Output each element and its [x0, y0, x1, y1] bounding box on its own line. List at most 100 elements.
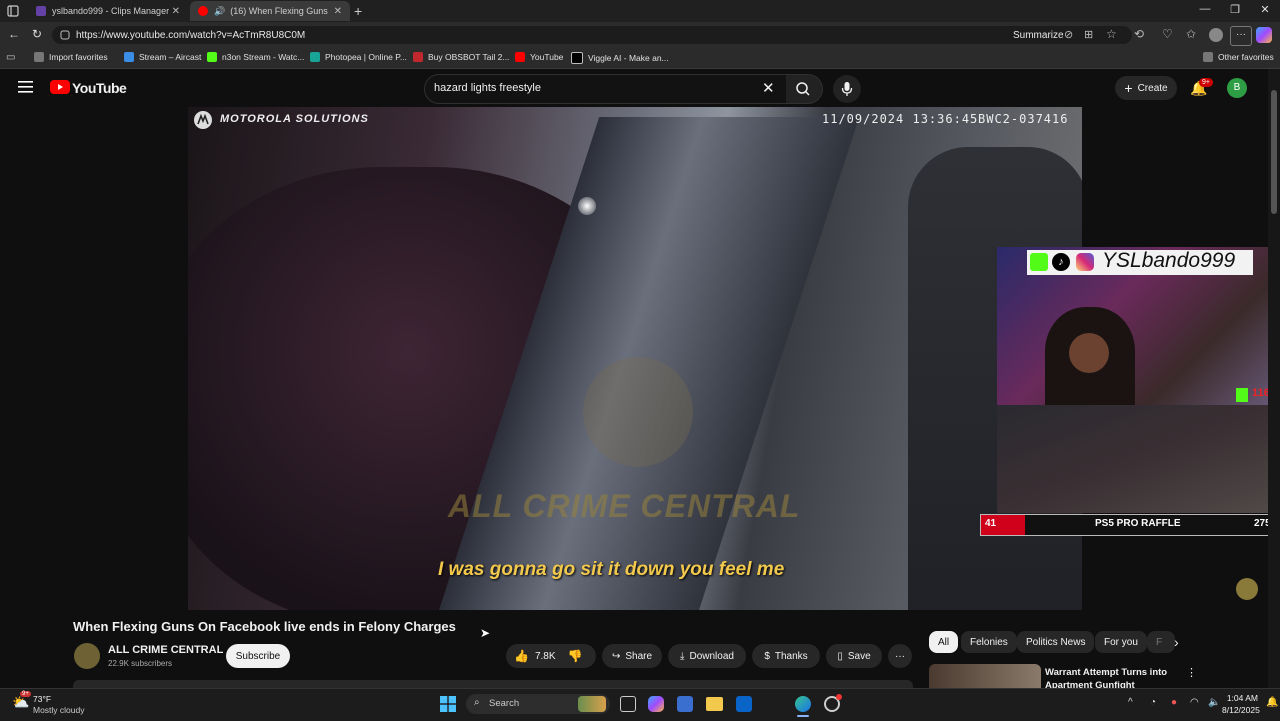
voice-search-button[interactable]	[833, 75, 861, 103]
channel-name[interactable]: ALL CRIME CENTRAL	[108, 644, 223, 656]
search-icon	[796, 82, 810, 96]
video-overlay-timestamp: 11/09/2024 13:36:45	[822, 112, 979, 126]
search-button[interactable]	[786, 74, 823, 104]
notification-center-icon[interactable]: 🔔	[1266, 697, 1278, 708]
copilot-icon[interactable]: ⊘	[1064, 28, 1073, 41]
recommended-title[interactable]: Warrant Attempt Turns into Apartment Gun…	[1045, 666, 1173, 688]
microsoft-store-icon[interactable]	[677, 696, 693, 712]
bookmark-import-favorites[interactable]: Import favorites	[34, 52, 108, 62]
tab-clips-manager[interactable]: yslbando999 - Clips Manager - Tw ✕	[28, 1, 188, 21]
channel-avatar[interactable]	[74, 643, 100, 669]
share-button[interactable]: ↪ Share	[602, 644, 662, 668]
close-tab-icon[interactable]: ✕	[334, 6, 342, 17]
chip-felonies[interactable]: Felonies	[961, 631, 1017, 653]
obsbot-icon	[413, 52, 423, 62]
recommended-thumbnail[interactable]	[929, 664, 1041, 688]
kick-viewer-icon	[1236, 388, 1248, 402]
chevron-right-icon[interactable]: ›	[1174, 634, 1179, 650]
reading-list-icon[interactable]: ▭	[6, 52, 15, 63]
site-info-icon[interactable]	[60, 30, 70, 40]
description-box[interactable]	[73, 680, 913, 688]
scrollbar-thumb[interactable]	[1271, 90, 1277, 214]
file-explorer-icon[interactable]	[706, 697, 723, 711]
profile-icon[interactable]	[1209, 28, 1223, 42]
windows-start-icon[interactable]	[440, 696, 456, 712]
more-menu-icon[interactable]: ···	[1230, 26, 1252, 46]
edge-icon[interactable]	[795, 696, 811, 712]
new-tab-icon[interactable]: +	[354, 3, 362, 19]
video-title: When Flexing Guns On Facebook live ends …	[73, 619, 456, 634]
aircast-icon	[124, 52, 134, 62]
instagram-icon	[1076, 253, 1094, 271]
like-count[interactable]: 7.8K	[535, 651, 556, 662]
close-tab-icon[interactable]: ✕	[172, 6, 180, 17]
bookmark-label: Other favorites	[1218, 52, 1274, 62]
browser-essentials-icon[interactable]: ♡	[1162, 27, 1173, 41]
kick-icon	[207, 52, 217, 62]
bookmark-label: Viggle AI - Make an...	[588, 53, 669, 63]
volume-icon[interactable]: 🔈	[1208, 697, 1220, 708]
more-horizontal-icon: ···	[895, 650, 905, 662]
youtube-favicon-icon	[198, 6, 208, 16]
tab-youtube-video[interactable]: 🔊 (16) When Flexing Guns On Facebook ✕	[190, 1, 350, 21]
save-button[interactable]: ▯ Save	[826, 644, 882, 668]
folder-icon	[1203, 52, 1213, 62]
chip-for-you[interactable]: For you	[1095, 631, 1147, 653]
microphone-tray-icon[interactable]: ●	[1171, 697, 1177, 708]
bookmark-viggle[interactable]: Viggle AI - Make an...	[571, 52, 669, 64]
copilot-sidebar-icon[interactable]	[1256, 27, 1272, 43]
restore-icon[interactable]: ❐	[1220, 3, 1250, 16]
account-avatar[interactable]: B	[1227, 78, 1247, 98]
outlook-icon[interactable]	[736, 696, 752, 712]
notifications-badge: 9+	[1199, 78, 1213, 87]
bookmark-n3on-stream[interactable]: n3on Stream - Watc...	[207, 52, 304, 62]
bookmark-label: Photopea | Online P...	[325, 52, 407, 62]
thumbs-down-icon[interactable]: 👎	[568, 649, 583, 663]
copilot-app-icon[interactable]	[648, 696, 664, 712]
streamer-face	[1069, 333, 1109, 373]
more-actions-button[interactable]: ···	[888, 644, 912, 668]
hamburger-menu-icon[interactable]	[18, 80, 34, 94]
summarize-button[interactable]: Summarize	[1013, 30, 1064, 41]
refresh-icon[interactable]: ↻	[29, 27, 45, 41]
channel-mini-logo-icon	[1236, 578, 1258, 600]
clear-search-icon[interactable]: ✕	[762, 79, 775, 97]
bookmark-stream-aircast[interactable]: Stream – Aircast	[124, 52, 201, 62]
favorite-star-icon[interactable]: ☆	[1106, 27, 1117, 41]
minimize-icon[interactable]: —	[1190, 3, 1220, 15]
thanks-button[interactable]: $ Thanks	[752, 644, 820, 668]
super-thanks-icon: $	[764, 650, 770, 662]
video-player[interactable]	[188, 107, 1082, 610]
extensions-icon[interactable]: ⟲	[1134, 27, 1144, 41]
youtube-logo-icon[interactable]	[50, 80, 70, 94]
chip-truncated[interactable]: F	[1147, 631, 1175, 653]
favorites-icon[interactable]: ✩	[1186, 27, 1196, 41]
show-hidden-icons-icon[interactable]: ^	[1128, 697, 1133, 708]
create-button[interactable]: + Create	[1115, 76, 1177, 100]
download-button[interactable]: ⤓ Download	[668, 644, 746, 668]
back-icon[interactable]: ←	[6, 27, 22, 41]
thanks-label: Thanks	[774, 650, 808, 662]
thumbs-up-icon[interactable]: 👍	[514, 649, 529, 663]
subscribe-button[interactable]: Subscribe	[226, 644, 290, 668]
bookmark-obsbot[interactable]: Buy OBSBOT Tail 2...	[413, 52, 509, 62]
clock-time[interactable]: 1:04 AM	[1226, 693, 1258, 703]
clock-date[interactable]: 8/12/2025	[1222, 705, 1260, 715]
chip-politics-news[interactable]: Politics News	[1017, 631, 1095, 653]
wifi-icon[interactable]: ◠	[1190, 697, 1199, 708]
recommended-more-icon[interactable]: ⋮	[1186, 666, 1197, 679]
window-close-icon[interactable]: ✕	[1250, 3, 1280, 16]
bookmark-youtube[interactable]: YouTube	[515, 52, 563, 62]
viggle-icon	[571, 52, 583, 64]
youtube-logo-text[interactable]: YouTube	[72, 80, 127, 96]
apps-icon[interactable]: ⊞	[1084, 28, 1093, 41]
chip-all[interactable]: All	[929, 631, 959, 653]
bookmark-photopea[interactable]: Photopea | Online P...	[310, 52, 407, 62]
kick-icon	[1030, 253, 1048, 271]
bookmark-other-favorites[interactable]: Other favorites	[1203, 52, 1274, 62]
raffle-left-count: 41	[985, 518, 997, 529]
youtube-icon	[515, 52, 525, 62]
tab-actions-icon[interactable]	[6, 4, 20, 18]
network-tray-icon[interactable]: ◔	[1150, 697, 1156, 708]
task-view-icon[interactable]	[620, 696, 636, 712]
